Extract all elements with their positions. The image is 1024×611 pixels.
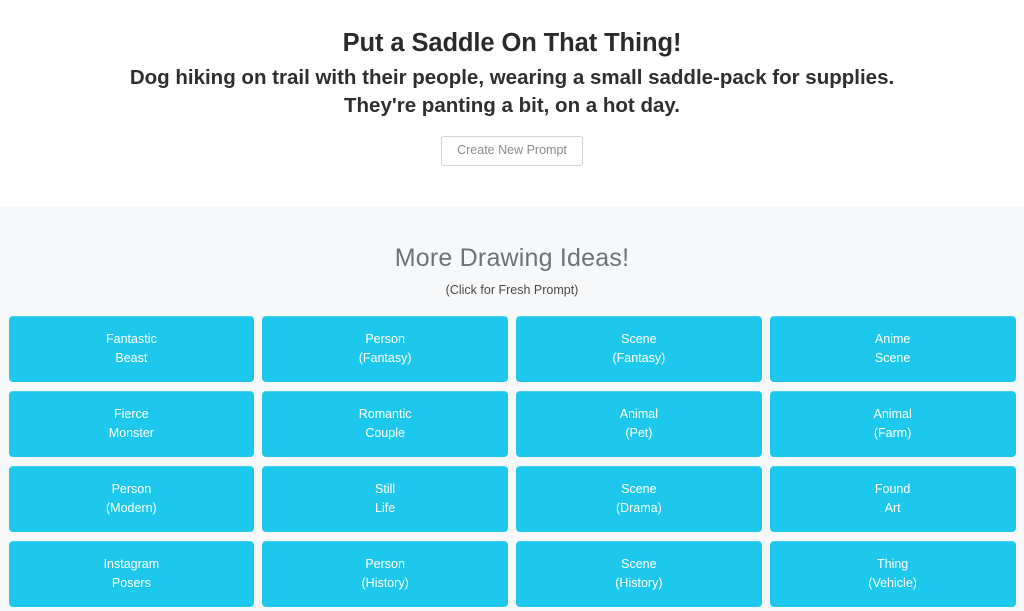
idea-button-line-1: Animal <box>873 407 912 422</box>
create-new-prompt-button[interactable]: Create New Prompt <box>441 136 583 166</box>
idea-button-line-1: Instagram <box>103 557 160 572</box>
idea-button[interactable]: Scene (Drama) <box>516 466 762 532</box>
page-root: Put a Saddle On That Thing! Dog hiking o… <box>0 0 1024 611</box>
prompt-description-line-2: They're panting a bit, on a hot day. <box>344 93 680 117</box>
idea-button-grid: Fantastic Beast Person (Fantasy) Scene (Fanta… <box>8 316 1016 607</box>
idea-button[interactable]: Animal (Farm) <box>769 391 1016 457</box>
idea-button-line-2: (History) <box>615 576 663 590</box>
idea-button-line-1: Scene <box>621 482 657 497</box>
idea-button[interactable]: Person (Modern) <box>8 466 255 532</box>
idea-button-line-1: Person <box>111 482 152 497</box>
ideas-section-hint: (Click for Fresh Prompt) <box>445 283 579 297</box>
idea-button-line-1: Person <box>365 557 405 572</box>
idea-button-line-2: (Vehicle) <box>868 576 917 590</box>
idea-button[interactable]: Thing (Vehicle) <box>769 541 1016 607</box>
idea-button-line-1: Scene <box>621 557 657 572</box>
idea-button-line-2: (Pet) <box>625 426 653 440</box>
idea-button-line-2: Life <box>375 501 396 515</box>
idea-button[interactable]: Scene (Fantasy) <box>516 316 762 382</box>
idea-button-line-2: Posers <box>111 576 151 590</box>
idea-button-line-1: Romantic <box>358 407 412 422</box>
more-drawing-ideas-section: More Drawing Ideas! (Click for Fresh Pro… <box>0 207 1024 611</box>
ideas-section-title: More Drawing Ideas! <box>394 244 630 272</box>
idea-button[interactable]: Instagram Posers <box>8 541 255 607</box>
idea-button-line-2: (Farm) <box>873 426 912 440</box>
idea-button-line-1: Scene <box>621 332 657 347</box>
idea-button-line-2: (Modern) <box>106 501 157 515</box>
prompt-description: Dog hiking on trail with their people, w… <box>42 64 982 120</box>
new-prompt-button-wrap: Create New Prompt <box>0 136 1024 166</box>
idea-button[interactable]: Still Life <box>262 466 508 532</box>
prompt-hero-section: Put a Saddle On That Thing! Dog hiking o… <box>0 0 1024 207</box>
idea-button[interactable]: Found Art <box>769 466 1016 532</box>
idea-button-line-1: Fantastic <box>106 332 157 347</box>
idea-button-line-2: Couple <box>365 426 405 440</box>
idea-button[interactable]: Fantastic Beast <box>8 316 255 382</box>
idea-button-line-2: (Drama) <box>615 501 662 515</box>
idea-button[interactable]: Scene (History) <box>516 541 762 607</box>
idea-button-line-2: (Fantasy) <box>358 351 412 365</box>
idea-button-line-2: (History) <box>361 576 409 590</box>
idea-button-line-2: Scene <box>874 351 911 365</box>
idea-button-line-1: Still <box>375 482 396 497</box>
idea-button-line-1: Found <box>874 482 911 497</box>
idea-button-line-2: (Fantasy) <box>612 351 666 365</box>
page-title: Put a Saddle On That Thing! <box>342 29 682 57</box>
idea-button[interactable]: Romantic Couple <box>262 391 508 457</box>
idea-button[interactable]: Person (History) <box>262 541 508 607</box>
idea-button-line-1: Animal <box>619 407 658 422</box>
idea-button-line-2: Monster <box>108 426 154 440</box>
idea-button-line-1: Person <box>365 332 405 347</box>
idea-button[interactable]: Fierce Monster <box>8 391 255 457</box>
idea-button[interactable]: Animal (Pet) <box>516 391 762 457</box>
prompt-description-line-1: Dog hiking on trail with their people, w… <box>129 65 895 89</box>
idea-button[interactable]: Anime Scene <box>769 316 1016 382</box>
idea-button-line-2: Beast <box>115 351 148 365</box>
idea-button-line-1: Fierce <box>114 407 149 422</box>
idea-button-line-1: Thing <box>876 557 909 572</box>
idea-button[interactable]: Person (Fantasy) <box>262 316 508 382</box>
idea-button-line-2: Art <box>884 501 901 515</box>
idea-button-line-1: Anime <box>874 332 911 347</box>
